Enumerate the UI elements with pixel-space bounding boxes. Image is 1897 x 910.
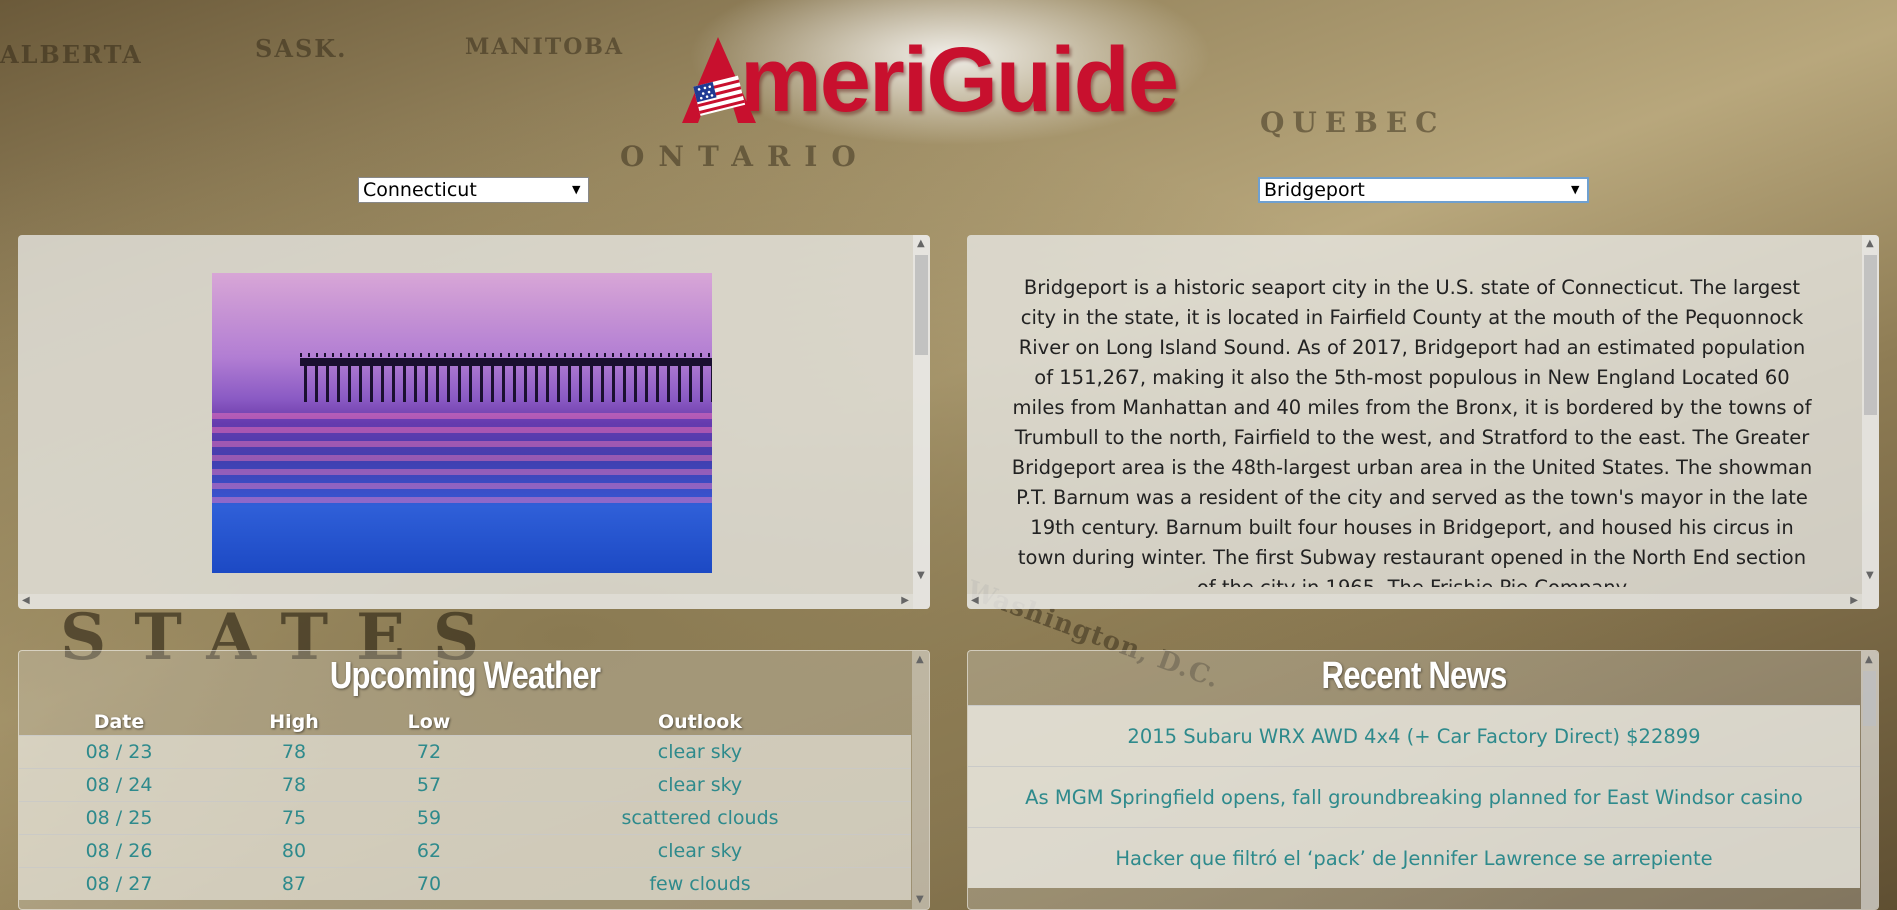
- water-reflection: [212, 413, 712, 503]
- scroll-right-arrow-icon[interactable]: ▶: [901, 596, 909, 606]
- weather-date: 08 / 26: [19, 833, 219, 867]
- weather-low: 59: [369, 800, 489, 834]
- table-row: 08 / 23 78 72 clear sky: [19, 734, 911, 768]
- weather-high: 78: [219, 767, 369, 801]
- pier-legs: [304, 366, 712, 402]
- news-panel[interactable]: Recent News 2015 Subaru WRX AWD 4x4 (+ C…: [967, 650, 1879, 910]
- column-header-high: High: [269, 710, 319, 733]
- vertical-scrollbar[interactable]: ▲ ▼: [1862, 235, 1879, 609]
- state-select[interactable]: Connecticut: [358, 177, 589, 203]
- weather-low: 62: [369, 833, 489, 867]
- city-select[interactable]: Bridgeport: [1258, 177, 1589, 203]
- news-list: 2015 Subaru WRX AWD 4x4 (+ Car Factory D…: [968, 705, 1860, 888]
- horizontal-scrollbar[interactable]: ◀ ▶: [967, 594, 1862, 609]
- map-label: SASK.: [255, 34, 348, 63]
- table-row: 08 / 26 80 62 clear sky: [19, 833, 911, 867]
- weather-low: 72: [369, 734, 489, 768]
- news-link[interactable]: 2015 Subaru WRX AWD 4x4 (+ Car Factory D…: [968, 705, 1860, 766]
- weather-low: 57: [369, 767, 489, 801]
- city-photo: [212, 273, 712, 573]
- weather-outlook: clear sky: [489, 767, 911, 801]
- scroll-left-arrow-icon[interactable]: ◀: [22, 596, 30, 606]
- app-logo[interactable]: meriGuide: [678, 28, 1218, 131]
- weather-table: Date High Low Outlook 08 / 23 78 72 clea…: [19, 709, 911, 900]
- scroll-down-arrow-icon[interactable]: ▼: [1866, 571, 1874, 581]
- weather-outlook: scattered clouds: [489, 800, 911, 834]
- column-header-low: Low: [407, 710, 451, 733]
- scroll-thumb[interactable]: [1864, 255, 1877, 415]
- pier-deck: [300, 358, 712, 366]
- news-link[interactable]: Hacker que filtró el ‘pack’ de Jennifer …: [968, 827, 1860, 888]
- vertical-scrollbar[interactable]: ▲ ▼: [912, 651, 929, 909]
- weather-outlook: clear sky: [489, 734, 911, 768]
- weather-high: 78: [219, 734, 369, 768]
- table-row: 08 / 24 78 57 clear sky: [19, 767, 911, 801]
- column-header-outlook: Outlook: [657, 710, 742, 733]
- map-label: QUEBEC: [1260, 106, 1446, 139]
- scroll-left-arrow-icon[interactable]: ◀: [971, 596, 979, 606]
- weather-date: 08 / 27: [19, 866, 219, 900]
- scroll-thumb[interactable]: [915, 255, 928, 355]
- vertical-scrollbar[interactable]: ▲: [1861, 651, 1878, 909]
- scroll-thumb[interactable]: [1863, 671, 1876, 726]
- column-header-date: Date: [93, 710, 145, 733]
- weather-date: 08 / 25: [19, 800, 219, 834]
- scroll-up-arrow-icon[interactable]: ▲: [916, 655, 924, 665]
- news-link[interactable]: As MGM Springfield opens, fall groundbre…: [968, 766, 1860, 827]
- weather-panel[interactable]: Upcoming Weather Date High Low Outlook 0…: [18, 650, 930, 910]
- weather-date: 08 / 23: [19, 734, 219, 768]
- pier-rail: [300, 353, 712, 357]
- weather-high: 80: [219, 833, 369, 867]
- scroll-down-arrow-icon[interactable]: ▼: [917, 571, 925, 581]
- weather-title: Upcoming Weather: [329, 655, 601, 697]
- scroll-up-arrow-icon[interactable]: ▲: [917, 239, 925, 249]
- news-title: Recent News: [1321, 655, 1508, 697]
- weather-outlook: clear sky: [489, 833, 911, 867]
- weather-low: 70: [369, 866, 489, 900]
- map-label: ONTARIO: [620, 140, 870, 173]
- scroll-right-arrow-icon[interactable]: ▶: [1850, 596, 1858, 606]
- logo-text: meriGuide: [740, 28, 1179, 131]
- weather-header-row: Date High Low Outlook: [19, 709, 911, 735]
- city-photo-panel[interactable]: ▲ ▼ ◀ ▶: [18, 235, 930, 609]
- map-label: MANITOBA: [465, 34, 625, 60]
- flag-icon: [678, 35, 758, 125]
- city-description: Bridgeport is a historic seaport city in…: [1011, 276, 1813, 587]
- weather-date: 08 / 24: [19, 767, 219, 801]
- scroll-down-arrow-icon[interactable]: ▼: [916, 895, 924, 905]
- city-description-panel[interactable]: Bridgeport is a historic seaport city in…: [967, 235, 1879, 609]
- table-row: 08 / 27 87 70 few clouds: [19, 866, 911, 900]
- horizontal-scrollbar[interactable]: ◀ ▶: [18, 594, 913, 609]
- table-row: 08 / 25 75 59 scattered clouds: [19, 800, 911, 834]
- weather-outlook: few clouds: [489, 866, 911, 900]
- map-label: ALBERTA: [0, 40, 143, 69]
- weather-high: 87: [219, 866, 369, 900]
- vertical-scrollbar[interactable]: ▲ ▼: [913, 235, 930, 609]
- weather-high: 75: [219, 800, 369, 834]
- scroll-up-arrow-icon[interactable]: ▲: [1865, 655, 1873, 665]
- scroll-up-arrow-icon[interactable]: ▲: [1866, 239, 1874, 249]
